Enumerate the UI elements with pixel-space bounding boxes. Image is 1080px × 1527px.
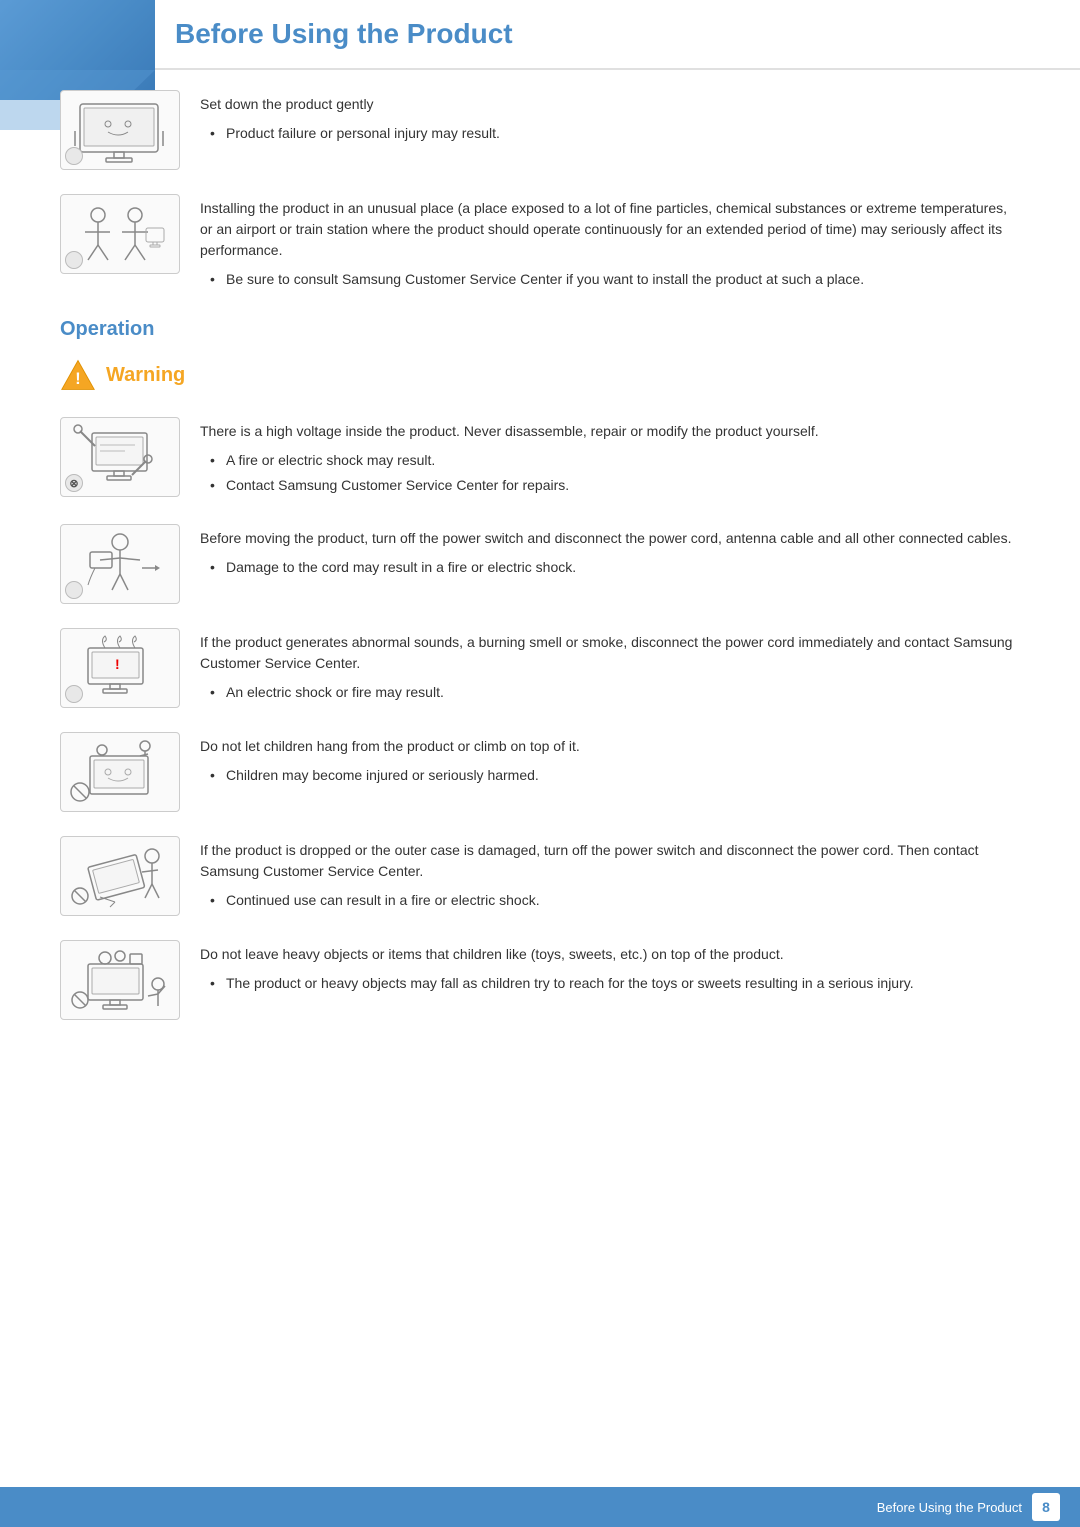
icon-badge-5 [65,685,83,703]
instruction-main-1: Set down the product gently [200,94,1020,115]
page-header: Before Using the Product [0,0,1080,70]
warning-block: ! Warning [60,357,1020,393]
icon-badge-3: ⊗ [65,474,83,492]
bullet-item: The product or heavy objects may fall as… [210,973,1020,994]
warning-bullets-1: A fire or electric shock may result. Con… [200,450,1020,496]
instruction-main-2: Installing the product in an unusual pla… [200,198,1020,261]
warning-text-4: Do not let children hang from the produc… [200,732,1020,790]
warning-row-3: ! If the product generates abnormal soun… [60,628,1020,708]
warning-text-5: If the product is dropped or the outer c… [200,836,1020,915]
bullet-item: Children may become injured or seriously… [210,765,1020,786]
bullet-item: Continued use can result in a fire or el… [210,890,1020,911]
warning-bullets-6: The product or heavy objects may fall as… [200,973,1020,994]
dropped-svg [70,842,170,910]
icon-badge-1 [65,147,83,165]
footer-label: Before Using the Product [877,1500,1022,1515]
warning-bullets-4: Children may become injured or seriously… [200,765,1020,786]
instruction-text-2: Installing the product in an unusual pla… [200,194,1020,294]
abnormal-sounds-icon: ! [60,628,180,708]
warning-row-5: If the product is dropped or the outer c… [60,836,1020,916]
instruction-row-2: Installing the product in an unusual pla… [60,194,1020,294]
warning-main-6: Do not leave heavy objects or items that… [200,944,1020,965]
moving-product-svg [70,530,170,598]
bullet-list-1: Product failure or personal injury may r… [200,123,1020,144]
svg-text:!: ! [115,656,120,672]
unusual-place-svg [70,200,170,268]
instruction-row: Set down the product gently Product fail… [60,90,1020,170]
bullet-item: Product failure or personal injury may r… [210,123,1020,144]
icon-badge-4 [65,581,83,599]
bullet-item: Contact Samsung Customer Service Center … [210,475,1020,496]
warning-main-1: There is a high voltage inside the produ… [200,421,1020,442]
warning-bullets-3: An electric shock or fire may result. [200,682,1020,703]
children-icon [60,732,180,812]
warning-text-3: If the product generates abnormal sounds… [200,628,1020,707]
children-svg [70,738,170,806]
main-content: Set down the product gently Product fail… [0,70,1080,1104]
warning-row-6: Do not leave heavy objects or items that… [60,940,1020,1020]
warning-bullets-2: Damage to the cord may result in a fire … [200,557,1020,578]
bullet-item: Be sure to consult Samsung Customer Serv… [210,269,1020,290]
bullet-item: Damage to the cord may result in a fire … [210,557,1020,578]
dropped-icon [60,836,180,916]
set-down-icon [60,90,180,170]
bullet-item: A fire or electric shock may result. [210,450,1020,471]
icon-badge-2 [65,251,83,269]
warning-text-1: There is a high voltage inside the produ… [200,417,1020,500]
warning-main-2: Before moving the product, turn off the … [200,528,1020,549]
warning-row-4: Do not let children hang from the produc… [60,732,1020,812]
unusual-place-icon [60,194,180,274]
heavy-objects-svg [70,946,170,1014]
operation-heading: Operation [60,318,1020,341]
instruction-text-1: Set down the product gently Product fail… [200,90,1020,148]
bullet-list-2: Be sure to consult Samsung Customer Serv… [200,269,1020,290]
warning-bullets-5: Continued use can result in a fire or el… [200,890,1020,911]
warning-text-2: Before moving the product, turn off the … [200,524,1020,582]
warning-row-1: ⊗ There is a high voltage inside the pro… [60,417,1020,500]
footer-page-number: 8 [1032,1493,1060,1521]
high-voltage-icon: ⊗ [60,417,180,497]
warning-text-6: Do not leave heavy objects or items that… [200,940,1020,998]
high-voltage-svg [70,423,170,491]
monitor-svg [70,96,170,164]
warning-main-3: If the product generates abnormal sounds… [200,632,1020,674]
warning-row-2: Before moving the product, turn off the … [60,524,1020,604]
warning-triangle-icon: ! [60,357,96,393]
bullet-item: An electric shock or fire may result. [210,682,1020,703]
heavy-objects-icon [60,940,180,1020]
moving-product-icon [60,524,180,604]
warning-main-4: Do not let children hang from the produc… [200,736,1020,757]
abnormal-sounds-svg: ! [70,634,170,702]
warning-main-5: If the product is dropped or the outer c… [200,840,1020,882]
page-footer: Before Using the Product 8 [0,1487,1080,1527]
warning-label: Warning [106,364,185,387]
svg-text:!: ! [75,370,80,388]
page-title: Before Using the Product [175,18,1040,50]
sidebar-decoration [0,0,155,100]
